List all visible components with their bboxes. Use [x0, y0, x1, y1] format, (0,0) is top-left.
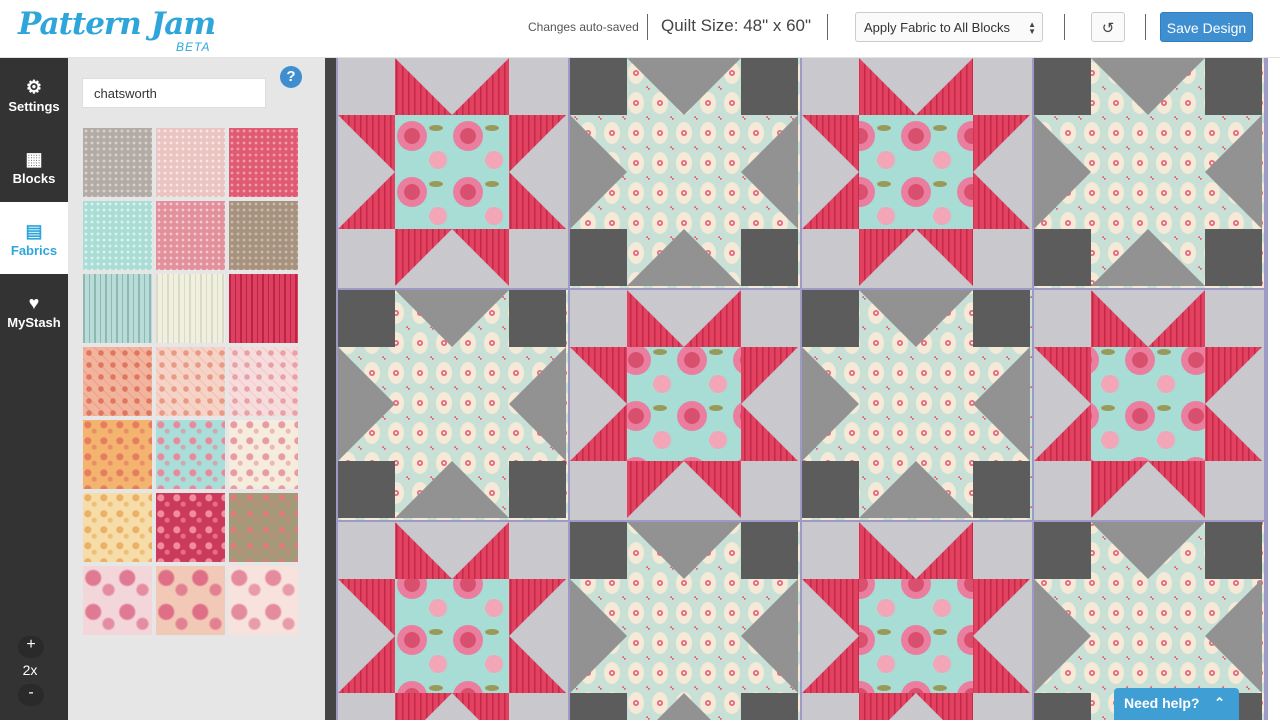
fabric-swatch-peach-lattice[interactable]	[83, 347, 152, 416]
divider	[827, 14, 828, 40]
corner-square	[973, 290, 1030, 347]
corner-square	[1034, 58, 1091, 115]
star-center	[395, 115, 509, 229]
nav-item-blocks[interactable]: ▦ Blocks	[0, 130, 68, 202]
corner-square	[741, 522, 798, 579]
corner-square	[509, 290, 566, 347]
select-arrows-icon: ▲ ▼	[1028, 20, 1036, 36]
corner-square	[741, 693, 798, 720]
divider	[1064, 14, 1065, 40]
app-window: Pattern Jam BETA Changes auto-saved Quil…	[0, 0, 1280, 720]
autosave-status: Changes auto-saved	[528, 20, 639, 34]
nav-item-fabrics[interactable]: ▤ Fabrics	[0, 202, 76, 274]
star-center	[627, 347, 741, 461]
top-bar: Pattern Jam BETA Changes auto-saved Quil…	[0, 0, 1280, 58]
fabric-swatch-rose-large[interactable]	[83, 566, 152, 635]
quilt-size-label: Quilt Size: 48" x 60"	[661, 16, 812, 35]
nav-label: Fabrics	[10, 243, 58, 258]
nav-item-settings[interactable]: ⚙ Settings	[0, 58, 68, 130]
scrollbar-track[interactable]	[1268, 58, 1280, 720]
corner-square	[1205, 58, 1262, 115]
corner-square	[1034, 229, 1091, 286]
film-icon: ▤	[25, 221, 43, 241]
zoom-out-button[interactable]: -	[18, 684, 44, 706]
fabric-swatch-pink-dot[interactable]	[156, 128, 225, 197]
corner-square	[1034, 693, 1091, 720]
need-help-widget[interactable]: Need help? ⌃	[1114, 688, 1239, 720]
fabric-swatch-pink-lattice[interactable]	[229, 347, 298, 416]
fabric-swatch-aqua-floral[interactable]	[156, 420, 225, 489]
help-icon[interactable]: ?	[280, 66, 302, 88]
corner-square	[570, 522, 627, 579]
zoom-level: 2x	[22, 662, 38, 678]
fabric-swatch-yellow-paisley[interactable]	[83, 493, 152, 562]
fabric-swatch-red-dot[interactable]	[229, 128, 298, 197]
apply-fabric-select[interactable]: Apply Fabric to All Blocks ▲ ▼	[855, 12, 1043, 42]
corner-square	[570, 58, 627, 115]
corner-square	[741, 229, 798, 286]
undo-icon: ↺	[1101, 20, 1115, 37]
fabric-swatch-blush-large[interactable]	[229, 566, 298, 635]
fabric-panel: chatsworth ?	[68, 58, 325, 720]
fabric-swatch-rose-dot[interactable]	[156, 201, 225, 270]
undo-button[interactable]: ↺	[1091, 12, 1125, 42]
fabric-swatch-orange-floral[interactable]	[83, 420, 152, 489]
fabric-swatch-peach-large[interactable]	[156, 566, 225, 635]
corner-square	[1034, 522, 1091, 579]
app-logo[interactable]: Pattern Jam	[18, 6, 216, 42]
corner-square	[509, 461, 566, 518]
corner-square	[1205, 522, 1262, 579]
chevron-up-icon: ⌃	[1214, 695, 1225, 710]
fabric-swatch-gray-dot[interactable]	[83, 128, 152, 197]
apply-fabric-value: Apply Fabric to All Blocks	[864, 20, 1010, 35]
corner-square	[741, 58, 798, 115]
need-help-label: Need help?	[1124, 695, 1200, 711]
corner-square	[1205, 229, 1262, 286]
star-center	[859, 115, 973, 229]
nav-label: Blocks	[12, 171, 56, 186]
nav-label: MyStash	[7, 315, 61, 330]
nav-item-mystash[interactable]: ♥ MyStash	[0, 274, 68, 346]
nav-label: Settings	[8, 99, 60, 114]
corner-square	[570, 693, 627, 720]
star-center	[859, 579, 973, 693]
beta-badge: BETA	[176, 40, 211, 54]
quilt-design[interactable]	[336, 58, 1268, 720]
fabric-swatch-mint-dot[interactable]	[83, 201, 152, 270]
fabric-swatch-cream-stripe[interactable]	[156, 274, 225, 343]
fabric-swatch-cream-floral[interactable]	[229, 420, 298, 489]
heart-icon: ♥	[28, 293, 40, 313]
corner-square	[802, 290, 859, 347]
fabric-swatch-salmon-lattice[interactable]	[156, 347, 225, 416]
fabric-swatch-khaki-paisley[interactable]	[229, 493, 298, 562]
divider	[1145, 14, 1146, 40]
fabric-swatch-magenta-paisley[interactable]	[156, 493, 225, 562]
grid-icon: ▦	[25, 149, 43, 169]
left-nav: ⚙ Settings ▦ Blocks ▤ Fabrics ♥ MyStash …	[0, 58, 76, 720]
fabric-swatch-aqua-stripe[interactable]	[83, 274, 152, 343]
save-design-button[interactable]: Save Design	[1160, 12, 1253, 42]
fabric-swatch-taupe-dot[interactable]	[229, 201, 298, 270]
corner-square	[338, 290, 395, 347]
star-center	[395, 579, 509, 693]
corner-square	[570, 229, 627, 286]
star-center	[1091, 347, 1205, 461]
panel-divider[interactable]	[325, 58, 336, 720]
corner-square	[973, 461, 1030, 518]
quilt-canvas[interactable]	[336, 58, 1268, 720]
fabric-search-input[interactable]: chatsworth	[82, 78, 266, 108]
gear-icon: ⚙	[25, 77, 43, 97]
corner-square	[802, 461, 859, 518]
divider	[647, 14, 648, 40]
zoom-in-button[interactable]: +	[18, 636, 44, 658]
fabric-swatch-red-stripe[interactable]	[229, 274, 298, 343]
corner-square	[338, 461, 395, 518]
